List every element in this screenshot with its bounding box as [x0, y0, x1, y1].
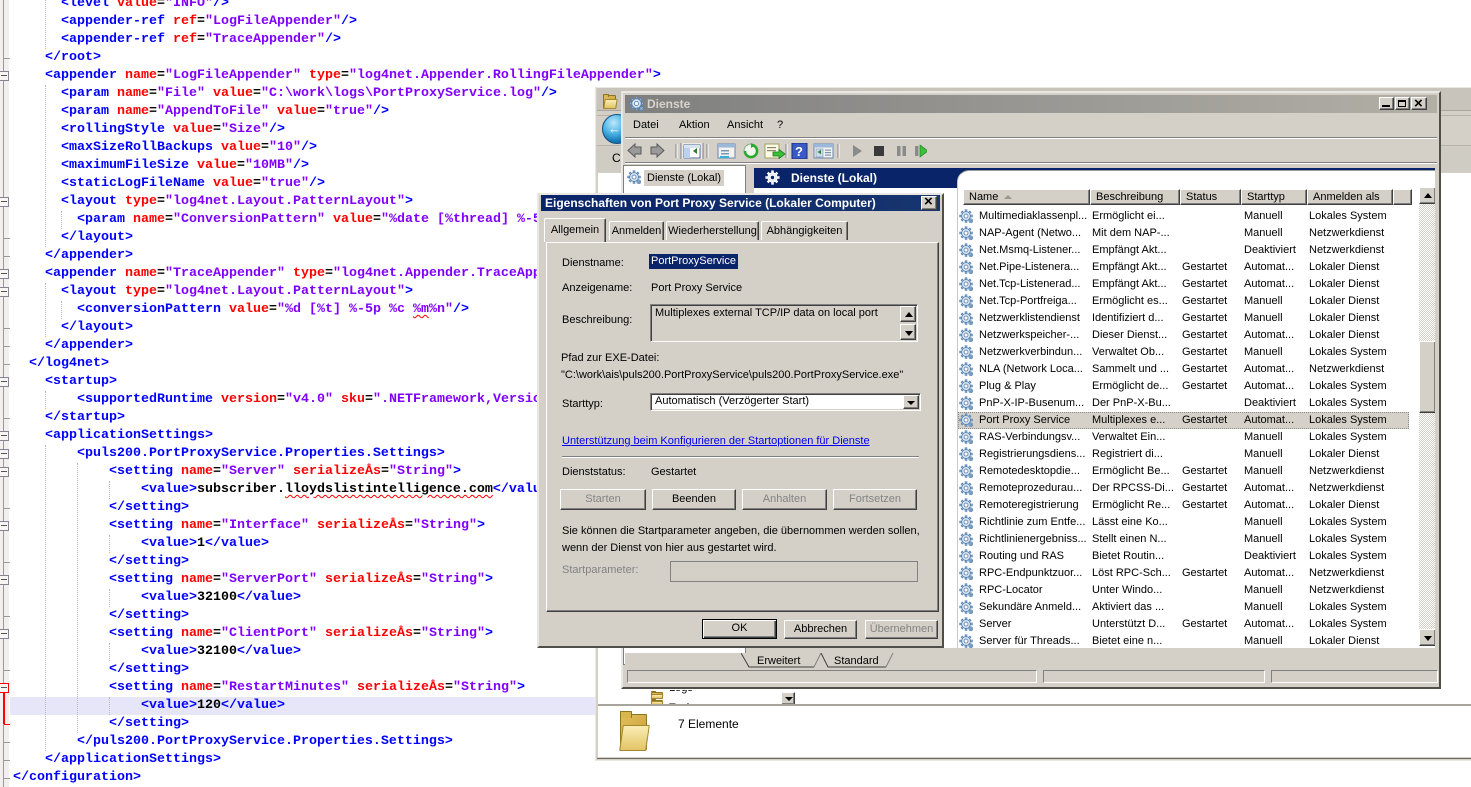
svg-text:Erweitert: Erweitert [757, 655, 800, 667]
svg-text:Standard: Standard [834, 655, 879, 667]
svg-text:?: ? [795, 144, 803, 159]
